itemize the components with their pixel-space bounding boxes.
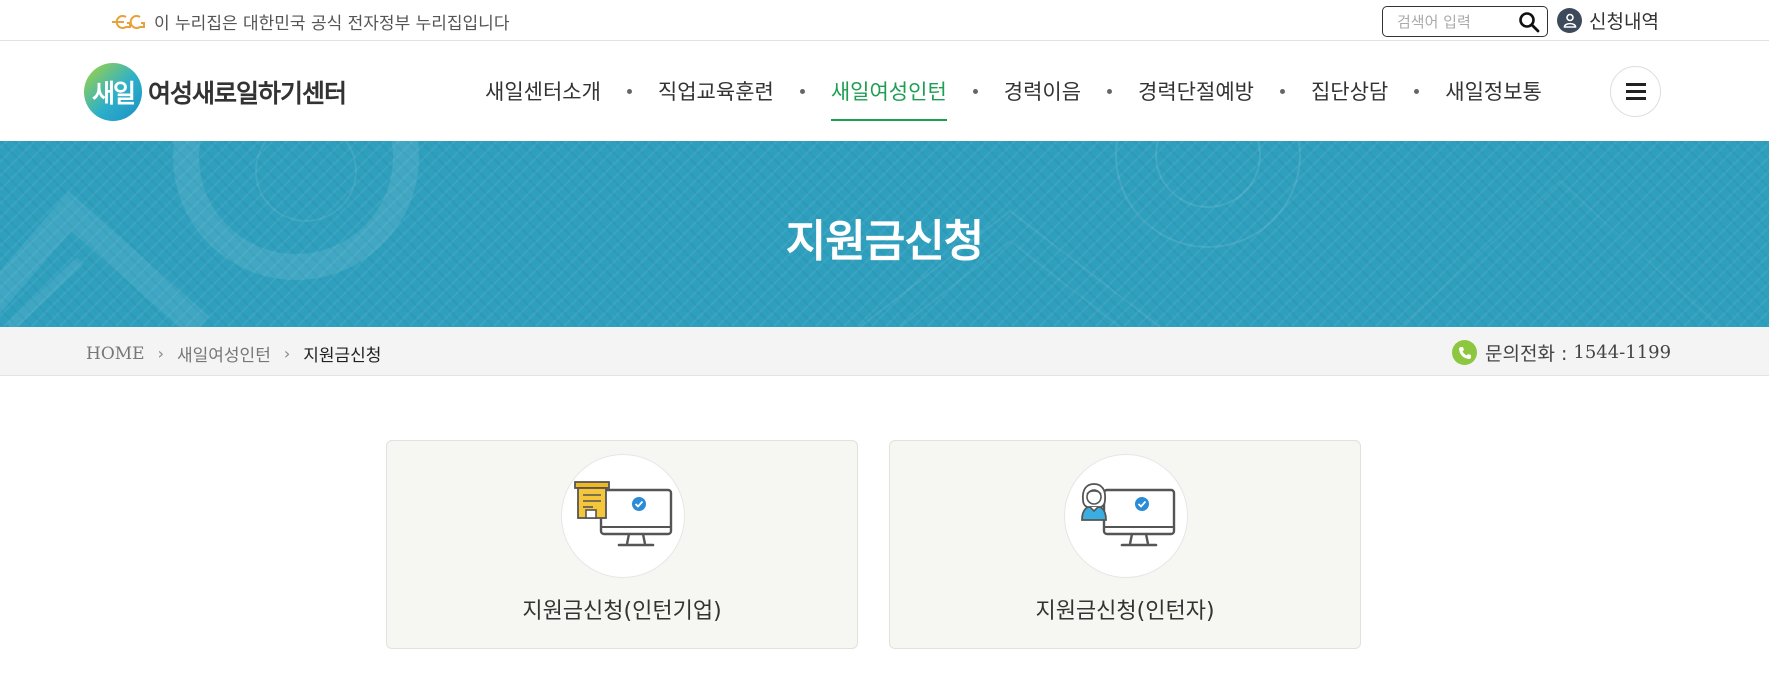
chevron-right-icon: ›	[283, 344, 291, 363]
gov-notice-bar: 이 누리집은 대한민국 공식 전자정부 누리집입니다 신청내역	[0, 0, 1769, 41]
nav-separator	[1107, 88, 1113, 94]
page-banner: 지원금신청	[0, 141, 1769, 327]
company-computer-icon	[561, 454, 685, 578]
contact-label: 문의전화 :	[1485, 343, 1568, 365]
nav-item-career-break-prevention[interactable]: 경력단절예방	[1123, 41, 1269, 141]
nav-separator	[626, 88, 632, 94]
breadcrumb-current: 지원금신청	[303, 346, 382, 366]
apply-history-label: 신청내역	[1589, 11, 1659, 33]
page-title: 지원금신청	[785, 216, 984, 267]
intern-computer-icon	[1064, 454, 1188, 578]
hamburger-line	[1625, 90, 1646, 93]
apply-company-card[interactable]: 지원금신청(인턴기업)	[386, 440, 858, 649]
search-box	[1382, 6, 1548, 37]
breadcrumb: HOME › 새일여성인턴 › 지원금신청	[86, 341, 382, 367]
nav-separator	[972, 88, 978, 94]
nav-separator	[1279, 88, 1285, 94]
contact-phone: 문의전화 : 1544-1199	[1452, 339, 1671, 366]
nav-item-group-counseling[interactable]: 집단상담	[1296, 41, 1403, 141]
hamburger-line	[1625, 83, 1646, 86]
nav-item-info[interactable]: 새일정보통	[1430, 41, 1557, 141]
hamburger-line	[1625, 97, 1646, 100]
nav-separator	[799, 88, 805, 94]
nav-separator	[1414, 88, 1420, 94]
breadcrumb-level1[interactable]: 새일여성인턴	[177, 341, 271, 366]
breadcrumb-home[interactable]: HOME	[86, 344, 145, 364]
nav-item-job-training[interactable]: 직업교육훈련	[643, 41, 789, 141]
logo-text: 여성새로일하기센터	[148, 79, 347, 108]
contact-number: 1544-1199	[1573, 342, 1672, 363]
phone-icon	[1452, 340, 1477, 365]
site-header: 새일 여성새로일하기센터 새일센터소개 직업교육훈련 새일여성인턴 경력이음 경…	[0, 41, 1769, 141]
search-icon[interactable]	[1518, 11, 1540, 33]
site-logo[interactable]: 새일 여성새로일하기센터	[84, 63, 347, 121]
gov-notice: 이 누리집은 대한민국 공식 전자정부 누리집입니다	[110, 9, 509, 34]
egov-logo-icon	[112, 14, 145, 29]
nav-item-career-link[interactable]: 경력이음	[989, 41, 1096, 141]
search-input[interactable]	[1397, 12, 1515, 31]
gov-notice-text: 이 누리집은 대한민국 공식 전자정부 누리집입니다	[154, 14, 510, 34]
logo-mark: 새일	[84, 63, 142, 121]
nav-item-center-intro[interactable]: 새일센터소개	[470, 41, 616, 141]
nav-item-women-intern[interactable]: 새일여성인턴	[816, 41, 962, 141]
main-nav: 새일센터소개 직업교육훈련 새일여성인턴 경력이음 경력단절예방 집단상담 새일…	[470, 41, 1557, 141]
apply-company-label: 지원금신청(인턴기업)	[522, 599, 722, 624]
apply-history-link[interactable]: 신청내역	[1557, 7, 1659, 34]
user-icon	[1557, 8, 1582, 33]
apply-intern-label: 지원금신청(인턴자)	[1035, 599, 1215, 624]
chevron-right-icon: ›	[157, 344, 164, 363]
apply-intern-card[interactable]: 지원금신청(인턴자)	[889, 440, 1361, 649]
location-bar: HOME › 새일여성인턴 › 지원금신청 문의전화 : 1544-1199	[0, 327, 1769, 376]
hamburger-menu-button[interactable]	[1610, 66, 1661, 117]
